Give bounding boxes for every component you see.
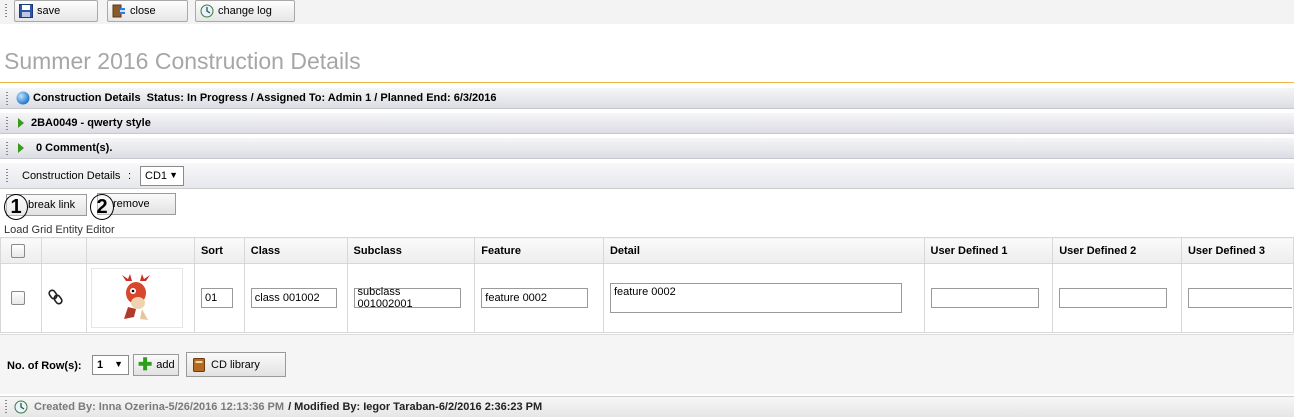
- link-icon[interactable]: [48, 288, 64, 305]
- style-header-text: 2BA0049 - qwerty style: [31, 117, 151, 129]
- cd-selector-bar: Construction Details : CD1 ▼: [0, 163, 1294, 189]
- toolbar-grip[interactable]: [5, 4, 7, 18]
- select-all-checkbox[interactable]: [11, 243, 25, 258]
- footer-controls: No. of Row(s): 1 ▼ ✚ add CD library: [0, 334, 1294, 394]
- close-button[interactable]: close: [107, 0, 188, 22]
- cd-label: Construction Details: [22, 170, 121, 182]
- created-by-text: Created By: Inna Ozerina-5/26/2016 12:13…: [34, 401, 285, 413]
- clock-icon: [200, 4, 214, 18]
- class-input[interactable]: class 001002: [250, 288, 337, 308]
- section-grip[interactable]: [6, 169, 8, 183]
- plus-icon: ✚: [138, 355, 153, 374]
- link-column-header: [40, 237, 88, 264]
- construction-details-header[interactable]: Construction Details Status: In Progress…: [0, 87, 1294, 109]
- comments-header-text: 0 Comment(s).: [36, 142, 113, 154]
- callout-number: 2: [96, 195, 108, 218]
- column-header[interactable]: User Defined 2: [1052, 237, 1182, 264]
- column-header[interactable]: User Defined 3: [1180, 237, 1294, 264]
- cartoon-moose-image: [122, 274, 151, 320]
- section-grip[interactable]: [6, 142, 8, 156]
- grid-caption: Load Grid Entity Editor: [4, 224, 115, 236]
- book-icon: [193, 357, 205, 372]
- door-close-icon: [112, 4, 126, 18]
- detail-textarea[interactable]: feature 0002: [609, 283, 902, 313]
- feature-input[interactable]: feature 0002: [481, 288, 589, 308]
- user-defined-1-input[interactable]: [930, 288, 1039, 308]
- ud1-cell: [923, 263, 1054, 333]
- modified-by-text: / Modified By: Iegor Taraban-6/2/2016 2:…: [288, 401, 543, 413]
- break-link-label: break link: [28, 199, 76, 211]
- save-label: save: [37, 5, 61, 17]
- column-header[interactable]: Detail: [602, 237, 925, 264]
- ud3-cell: [1180, 263, 1294, 333]
- expand-arrow-icon[interactable]: [18, 143, 24, 153]
- globe-icon: [16, 91, 30, 105]
- column-header[interactable]: User Defined 1: [923, 237, 1054, 264]
- callout-marker-2: 2: [90, 194, 114, 220]
- grid-header-row: Sort Class Subclass Feature Detail User …: [0, 237, 1294, 264]
- change-log-label: change log: [218, 5, 272, 17]
- sort-cell: 01: [193, 263, 245, 333]
- remove-label: remove: [113, 198, 150, 210]
- ud2-cell: [1052, 263, 1182, 333]
- chevron-down-icon: ▼: [114, 359, 123, 369]
- cd-library-button[interactable]: CD library: [186, 352, 286, 377]
- column-header[interactable]: Sort: [193, 237, 245, 264]
- comments-header[interactable]: 0 Comment(s).: [0, 137, 1294, 159]
- add-row-button[interactable]: ✚ add: [133, 354, 179, 376]
- row-select-cell: [0, 263, 42, 333]
- clock-icon: [14, 400, 28, 414]
- column-header[interactable]: Class: [243, 237, 348, 264]
- link-cell: [40, 263, 88, 333]
- select-all-header: [0, 237, 42, 264]
- section-grip[interactable]: [6, 117, 8, 131]
- cd-select-value: CD1: [145, 170, 168, 182]
- chevron-down-icon: ▼: [169, 170, 178, 180]
- rows-select[interactable]: 1 ▼: [92, 355, 129, 375]
- expand-arrow-icon[interactable]: [18, 118, 24, 128]
- cd-library-label: CD library: [211, 358, 260, 371]
- title-underline: [0, 82, 1294, 83]
- style-header[interactable]: 2BA0049 - qwerty style: [0, 112, 1294, 134]
- feature-cell: feature 0002: [474, 263, 604, 333]
- toolbar: save close change log: [0, 0, 1294, 24]
- table-row: 01 class 001002 subclass 001002001 featu…: [0, 263, 1294, 333]
- row-checkbox[interactable]: [11, 291, 25, 305]
- entity-grid: Sort Class Subclass Feature Detail User …: [0, 237, 1294, 333]
- thumbnail-cell: [86, 263, 195, 333]
- user-defined-3-input[interactable]: [1187, 288, 1292, 308]
- add-label: add: [156, 359, 175, 371]
- floppy-disk-icon: [19, 4, 33, 18]
- callout-number: 1: [10, 195, 22, 218]
- subclass-cell: subclass 001002001: [346, 263, 476, 333]
- rows-label: No. of Row(s):: [7, 360, 82, 372]
- subclass-input[interactable]: subclass 001002001: [353, 286, 461, 310]
- cd-select[interactable]: CD1 ▼: [140, 166, 184, 186]
- user-defined-2-input[interactable]: [1059, 288, 1168, 308]
- page-title: Summer 2016 Construction Details: [4, 48, 361, 74]
- rows-select-value: 1: [97, 359, 104, 371]
- detail-cell: feature 0002: [602, 263, 925, 333]
- close-label: close: [130, 5, 156, 17]
- callout-marker-1: 1: [4, 194, 28, 220]
- column-header[interactable]: Subclass: [346, 237, 476, 264]
- details-header-text: Construction Details Status: In Progress…: [33, 92, 497, 104]
- save-button[interactable]: save: [14, 0, 98, 22]
- product-thumbnail[interactable]: [91, 268, 184, 328]
- section-grip[interactable]: [6, 92, 8, 106]
- sort-input[interactable]: 01: [200, 288, 233, 308]
- column-header[interactable]: Feature: [474, 237, 604, 264]
- status-bar: Created By: Inna Ozerina-5/26/2016 12:13…: [0, 396, 1294, 417]
- class-cell: class 001002: [243, 263, 348, 333]
- image-column-header: [86, 237, 195, 264]
- change-log-button[interactable]: change log: [195, 0, 295, 22]
- status-grip[interactable]: [5, 400, 7, 414]
- cd-label-colon: :: [128, 170, 132, 182]
